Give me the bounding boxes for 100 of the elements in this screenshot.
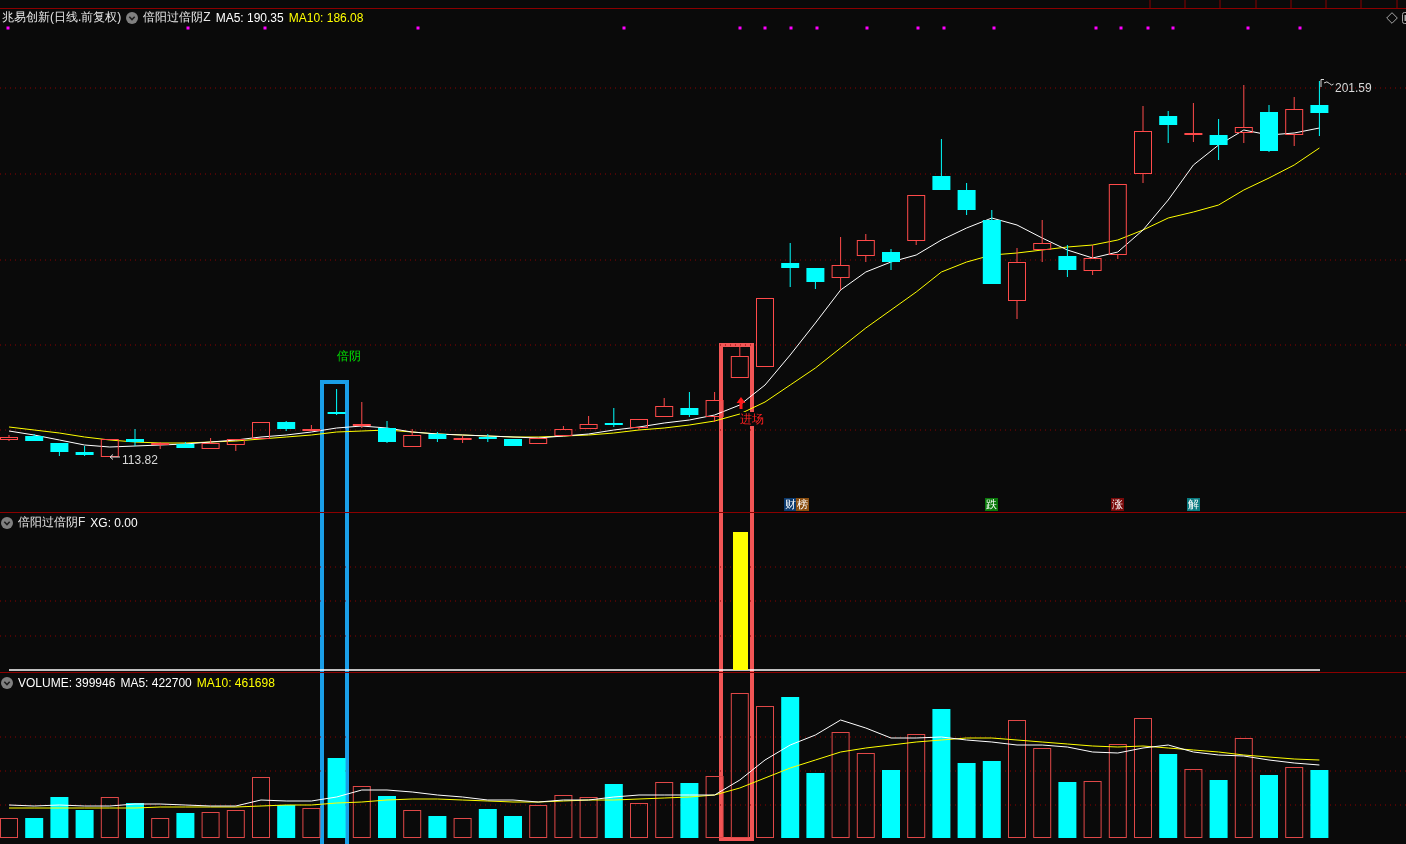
candlestick [1159, 110, 1178, 144]
pointer-arrow-icon [1320, 79, 1334, 88]
low-price-label: 113.82 [122, 452, 158, 467]
candlestick [907, 195, 926, 246]
candlestick [50, 442, 69, 457]
formula-name: 倍阳过倍阴Z [143, 9, 211, 26]
candlestick [151, 441, 170, 450]
volume-bar [529, 805, 548, 838]
event-badge[interactable]: 涨 [1111, 498, 1124, 511]
volume-bar [126, 803, 144, 838]
volume-bar [579, 797, 598, 838]
volume-bar [630, 803, 648, 838]
candlestick [302, 424, 321, 432]
candlestick [554, 425, 573, 436]
candlestick [1260, 104, 1278, 153]
volume-bar [1285, 767, 1304, 838]
diamond-icon[interactable] [1386, 11, 1398, 24]
volume-bar [1184, 769, 1203, 838]
chevron-circle-icon[interactable] [1, 677, 13, 689]
candlestick [277, 420, 296, 432]
high-price-label: 201.59 [1335, 80, 1372, 95]
candlestick [0, 434, 18, 442]
volume-bar [201, 812, 220, 838]
volume-bar [604, 784, 623, 838]
volume-bar [50, 797, 69, 838]
signal-label: 倍阴 [337, 349, 361, 363]
security-title: 兆易创新(日线.前复权) [2, 9, 122, 26]
candlestick [75, 445, 94, 457]
pointer-arrow-icon [109, 454, 121, 460]
event-badge[interactable]: 跌 [985, 498, 998, 511]
candlestick [428, 431, 447, 443]
candlestick [579, 415, 598, 429]
candlestick [252, 422, 270, 439]
volume-bar [252, 777, 270, 838]
chevron-circle-icon[interactable] [1, 516, 13, 529]
volume-bar [302, 808, 321, 838]
candlestick [327, 388, 346, 416]
volume-reading: MA10: 461698 [196, 676, 275, 690]
volume-bar [705, 776, 724, 838]
volume-bar [428, 816, 447, 838]
candlestick [655, 397, 674, 417]
volume-bar [0, 818, 18, 838]
up-arrow-icon [736, 397, 746, 409]
candlestick [1184, 102, 1203, 143]
candlestick [1209, 118, 1228, 161]
volume-bar [1310, 770, 1329, 838]
volume-bar [75, 810, 94, 838]
candlestick [126, 428, 144, 447]
candlestick [1285, 96, 1304, 147]
candlestick [781, 242, 800, 288]
volume-bar [226, 810, 245, 838]
candlestick [403, 428, 422, 447]
candlestick [504, 438, 522, 447]
event-badge[interactable]: 解 [1187, 498, 1200, 511]
candlestick [1083, 244, 1102, 276]
indicator-reading: XG: 0.00 [90, 515, 138, 530]
volume-bar [176, 813, 195, 838]
volume-bar [882, 770, 900, 838]
entry-label: 进场 [740, 412, 764, 426]
candlestick [856, 233, 875, 263]
candlestick [352, 401, 371, 429]
volume-reading: MA5: 422700 [120, 676, 192, 690]
chevron-circle-icon[interactable] [126, 11, 139, 24]
candlestick [680, 391, 699, 418]
volume-bar [478, 809, 497, 838]
candlestick [529, 438, 548, 444]
volume-bar [806, 773, 825, 838]
event-badge[interactable]: 榜 [796, 498, 809, 511]
candlestick [882, 248, 900, 271]
ma-reading: MA10: 186.08 [288, 10, 364, 25]
candlestick [1058, 244, 1077, 278]
volume-reading: VOLUME: 399946 [18, 676, 116, 690]
candlestick [453, 435, 472, 444]
candlestick [378, 420, 396, 444]
volume-bar [453, 818, 472, 838]
candlestick [957, 182, 976, 216]
ma-reading: MA5: 190.35 [215, 10, 284, 25]
indicator-title: 倍阳过倍阴F [18, 514, 86, 531]
toggle-icon[interactable] [1402, 11, 1406, 24]
volume-bar [1260, 775, 1278, 838]
volume-bar [378, 796, 396, 838]
volume-bar [403, 810, 422, 838]
candlestick [25, 433, 44, 442]
candlestick [1234, 84, 1253, 144]
candlestick [756, 298, 774, 367]
volume-bar [352, 786, 371, 838]
candlestick [604, 407, 623, 428]
volume-bar [680, 783, 699, 838]
candlestick [226, 439, 245, 452]
volume-bar [1083, 781, 1102, 838]
candlestick [932, 138, 951, 191]
volume-bar [554, 795, 573, 838]
candlestick [806, 267, 825, 290]
candlestick [478, 433, 497, 443]
candlestick [831, 236, 850, 291]
volume-bar [277, 805, 296, 838]
candlestick [1033, 219, 1052, 263]
candlestick [100, 439, 119, 457]
volume-bar [655, 782, 674, 838]
volume-bar [100, 797, 119, 838]
